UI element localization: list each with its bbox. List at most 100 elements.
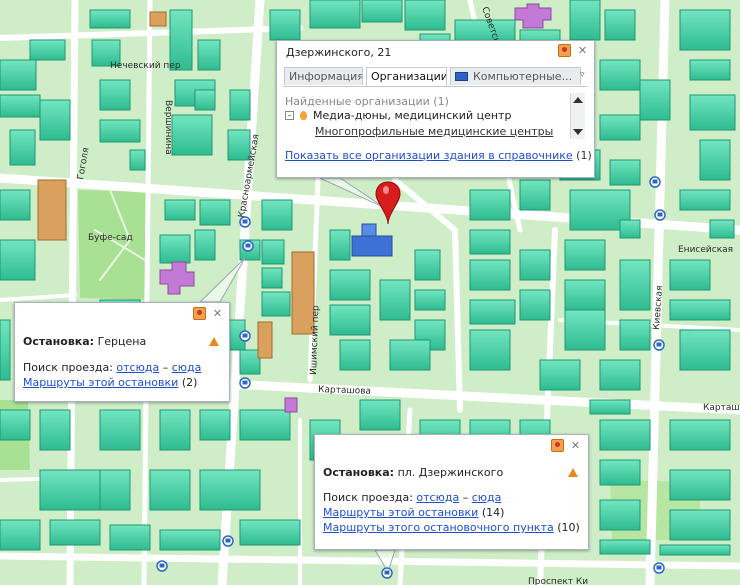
tab-information[interactable]: Информация xyxy=(284,67,363,85)
building[interactable] xyxy=(149,469,191,511)
building[interactable] xyxy=(469,299,516,325)
building[interactable] xyxy=(669,419,731,451)
building[interactable] xyxy=(599,359,641,391)
building[interactable] xyxy=(159,529,221,551)
building[interactable] xyxy=(669,509,731,541)
building[interactable] xyxy=(604,9,636,41)
building[interactable] xyxy=(361,0,403,23)
building[interactable] xyxy=(0,519,41,551)
scroll-up-icon[interactable] xyxy=(573,97,583,103)
building[interactable] xyxy=(619,219,641,239)
building[interactable] xyxy=(0,59,37,91)
building[interactable] xyxy=(99,79,131,111)
close-icon[interactable]: ✕ xyxy=(576,44,589,57)
bus-stop-icon[interactable] xyxy=(156,560,168,572)
building[interactable] xyxy=(99,469,131,511)
building[interactable] xyxy=(199,409,231,441)
collapse-icon[interactable]: – xyxy=(285,111,294,120)
tab-computer[interactable]: Компьютерные... xyxy=(450,67,581,85)
bus-stop-icon[interactable] xyxy=(649,176,661,188)
building[interactable] xyxy=(29,39,66,61)
building[interactable] xyxy=(227,129,251,161)
building[interactable] xyxy=(199,469,261,511)
building[interactable] xyxy=(469,329,511,371)
building[interactable] xyxy=(39,469,101,511)
bus-stop-icon[interactable] xyxy=(239,216,251,228)
building[interactable] xyxy=(164,199,196,221)
building[interactable] xyxy=(171,114,213,156)
building[interactable] xyxy=(404,0,446,31)
building[interactable] xyxy=(194,229,216,261)
stop-routes-link[interactable]: Маршруты этой остановки xyxy=(323,506,478,519)
scroll-down-icon[interactable] xyxy=(573,129,583,135)
show-all-orgs-link[interactable]: Показать все организации здания в справо… xyxy=(285,149,573,162)
building[interactable] xyxy=(539,359,581,391)
building[interactable] xyxy=(9,129,36,166)
building[interactable] xyxy=(679,329,731,371)
building[interactable] xyxy=(599,499,641,531)
building[interactable] xyxy=(99,119,141,143)
pin-icon[interactable] xyxy=(551,439,564,452)
building[interactable] xyxy=(609,159,641,186)
building[interactable] xyxy=(469,259,511,291)
building[interactable] xyxy=(679,189,731,211)
building[interactable] xyxy=(669,259,711,291)
bus-stop-icon[interactable] xyxy=(653,562,665,574)
building[interactable] xyxy=(0,319,11,381)
building[interactable] xyxy=(194,89,216,111)
from-here-link[interactable]: отсюда xyxy=(116,361,159,374)
close-icon[interactable]: ✕ xyxy=(211,307,224,320)
building[interactable] xyxy=(669,469,731,501)
building[interactable] xyxy=(39,99,71,141)
building[interactable] xyxy=(569,0,601,41)
building[interactable] xyxy=(99,409,141,451)
building[interactable] xyxy=(239,519,301,546)
building[interactable] xyxy=(519,289,551,321)
bus-stop-icon[interactable] xyxy=(654,209,666,221)
building[interactable] xyxy=(329,304,371,336)
building[interactable] xyxy=(564,239,606,271)
org-list-scrollbar[interactable] xyxy=(570,93,585,139)
bus-stop-icon[interactable] xyxy=(242,240,254,252)
building[interactable] xyxy=(389,339,431,371)
building[interactable] xyxy=(329,269,371,301)
building[interactable] xyxy=(159,409,191,451)
building[interactable] xyxy=(309,0,361,29)
building[interactable] xyxy=(619,259,651,311)
building[interactable] xyxy=(599,419,651,451)
building[interactable] xyxy=(619,319,651,351)
building[interactable] xyxy=(109,524,151,551)
to-here-link[interactable]: сюда xyxy=(172,361,202,374)
building[interactable] xyxy=(564,309,606,351)
building[interactable] xyxy=(599,59,641,91)
building[interactable] xyxy=(261,239,285,265)
building[interactable] xyxy=(339,339,371,371)
to-here-link[interactable]: сюда xyxy=(472,491,502,504)
building[interactable] xyxy=(669,299,731,321)
building[interactable] xyxy=(0,94,41,118)
building[interactable] xyxy=(564,279,606,311)
building[interactable] xyxy=(229,89,251,121)
bus-stop-icon[interactable] xyxy=(653,339,665,351)
building[interactable] xyxy=(269,9,301,41)
building[interactable] xyxy=(639,79,671,121)
building[interactable] xyxy=(239,409,291,441)
from-here-link[interactable]: отсюда xyxy=(416,491,459,504)
building[interactable] xyxy=(49,519,101,546)
building[interactable] xyxy=(197,39,221,71)
org-name[interactable]: Медиа-дюны, медицинский центр xyxy=(313,109,511,122)
building[interactable] xyxy=(0,189,31,221)
building[interactable] xyxy=(329,229,351,261)
building[interactable] xyxy=(199,199,231,226)
building[interactable] xyxy=(129,149,146,171)
building[interactable] xyxy=(261,199,293,231)
building[interactable] xyxy=(689,94,736,131)
stop-point-routes-link[interactable]: Маршруты этого остановочного пункта xyxy=(323,521,554,534)
tab-organizations[interactable]: Организации xyxy=(366,67,447,86)
stop-routes-link[interactable]: Маршруты этой остановки xyxy=(23,376,178,389)
org-list-item[interactable]: – Медиа-дюны, медицинский центр xyxy=(285,109,511,122)
bus-stop-icon[interactable] xyxy=(222,535,234,547)
building[interactable] xyxy=(679,9,731,51)
building[interactable] xyxy=(519,179,551,211)
building[interactable] xyxy=(599,539,651,555)
